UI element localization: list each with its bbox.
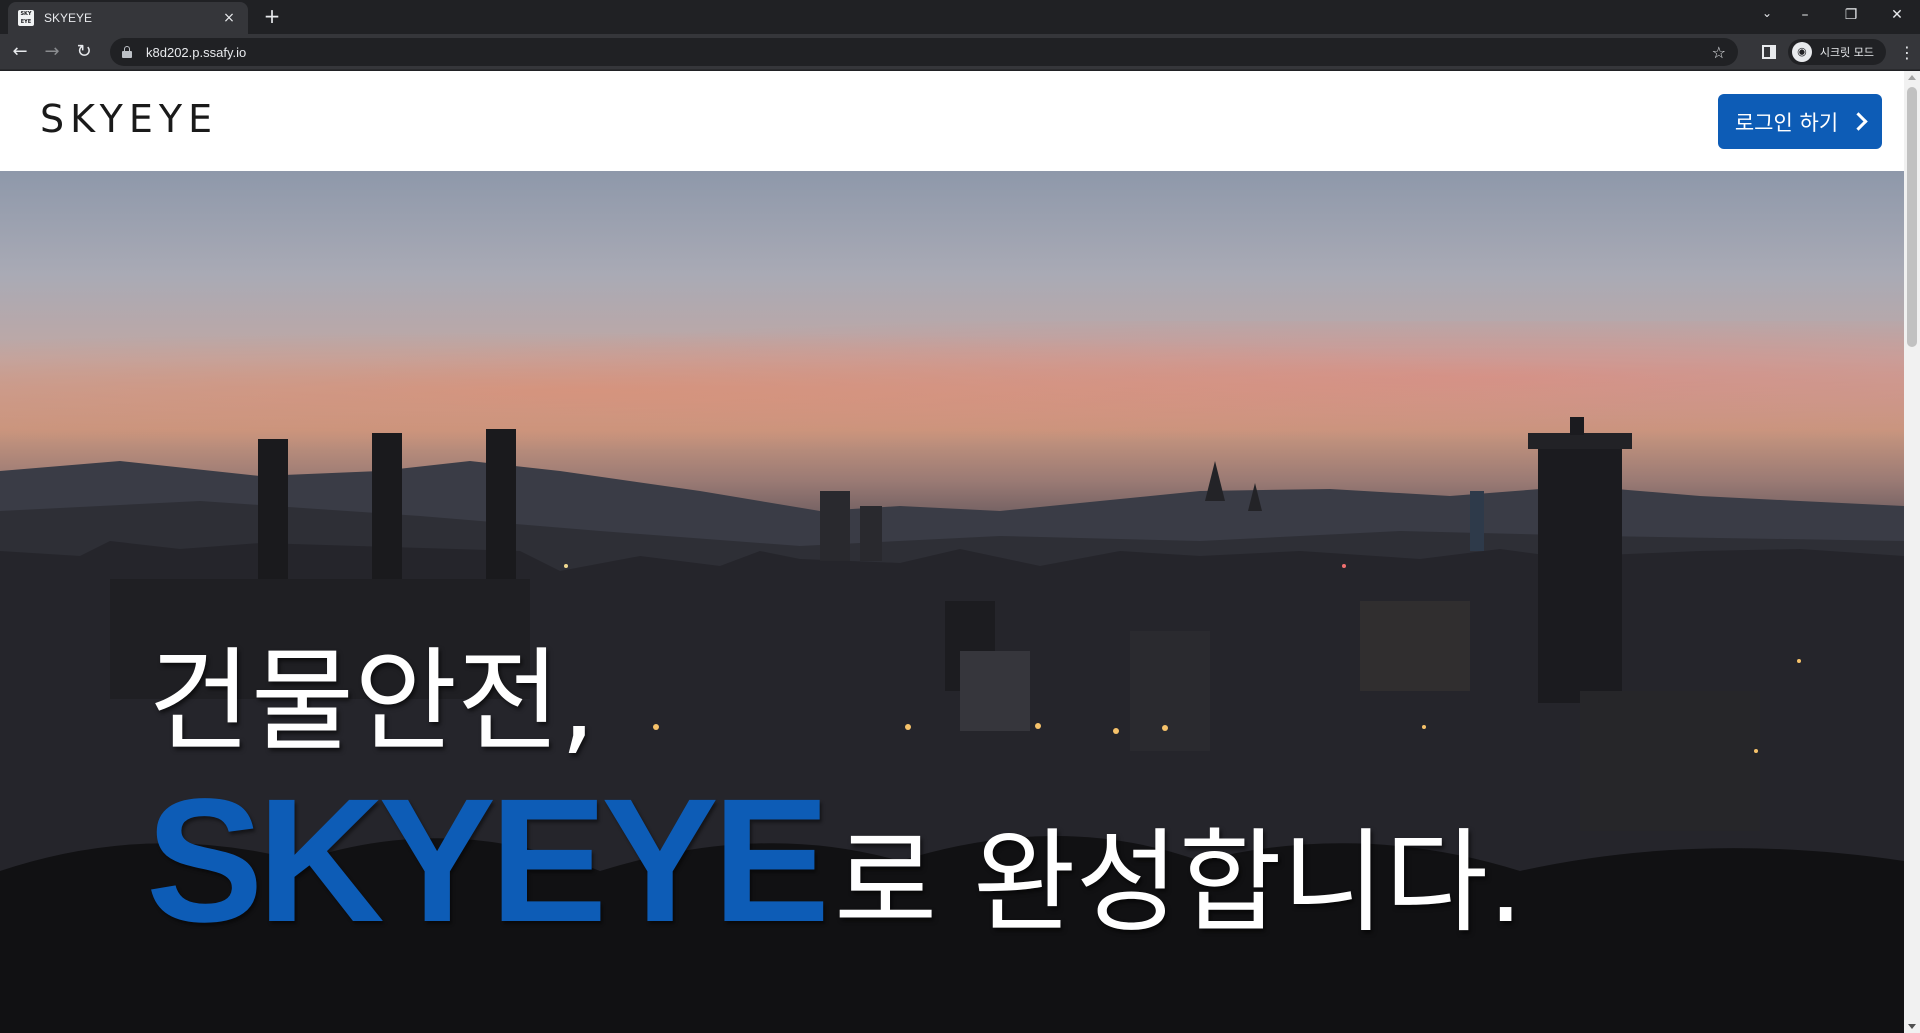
login-button-label: 로그인 하기 bbox=[1734, 110, 1839, 135]
side-panel-icon[interactable] bbox=[1761, 45, 1776, 59]
window-controls: – ❐ ✕ bbox=[1782, 0, 1920, 30]
close-window-button[interactable]: ✕ bbox=[1874, 7, 1920, 23]
scrollbar-thumb[interactable] bbox=[1907, 87, 1917, 347]
back-arrow-icon[interactable]: ← bbox=[8, 40, 32, 64]
reload-icon[interactable]: ↻ bbox=[72, 40, 96, 64]
forward-arrow-icon[interactable]: → bbox=[40, 40, 64, 64]
tab-title: SKYEYE bbox=[44, 11, 93, 25]
browser-menu-icon[interactable]: ⋮ bbox=[1894, 43, 1920, 62]
restore-button[interactable]: ❐ bbox=[1828, 7, 1874, 23]
scroll-down-arrow-icon[interactable] bbox=[1908, 1024, 1916, 1029]
browser-tabstrip: SKY EYE SKYEYE × + ⌄ – ❐ ✕ bbox=[0, 0, 1920, 34]
lock-icon[interactable] bbox=[122, 46, 132, 58]
address-bar[interactable]: k8d202.p.ssafy.io ☆ bbox=[110, 38, 1738, 66]
bookmark-star-icon[interactable]: ☆ bbox=[1712, 43, 1726, 62]
site-header: SKYEYE 로그인 하기 bbox=[0, 71, 1904, 171]
tab-close-icon[interactable]: × bbox=[220, 10, 238, 26]
incognito-icon: ◉ bbox=[1791, 42, 1812, 62]
hero-brand-name: SKYEYE bbox=[146, 763, 830, 959]
address-url[interactable]: k8d202.p.ssafy.io bbox=[146, 45, 1712, 60]
hero-headline-line2: SKYEYE 로 완성합니다. bbox=[146, 773, 1524, 949]
toolbar-right: ◉ 시크릿 모드 ⋮ bbox=[1761, 38, 1920, 66]
browser-toolbar: ← → ↻ k8d202.p.ssafy.io ☆ ◉ 시크릿 모드 ⋮ bbox=[0, 34, 1920, 70]
incognito-label: 시크릿 모드 bbox=[1819, 46, 1874, 59]
tab-search-chevron-icon[interactable]: ⌄ bbox=[1762, 6, 1772, 20]
scroll-up-arrow-icon[interactable] bbox=[1908, 75, 1916, 80]
site-favicon-icon: SKY EYE bbox=[18, 10, 34, 26]
chevron-right-icon bbox=[1849, 112, 1868, 131]
incognito-badge[interactable]: ◉ 시크릿 모드 bbox=[1787, 39, 1886, 65]
new-tab-button[interactable]: + bbox=[260, 5, 284, 29]
page-viewport: SKYEYE 로그인 하기 건물안전, SKYEYE 로 완성합니다. bbox=[0, 71, 1920, 1033]
browser-tab[interactable]: SKY EYE SKYEYE × bbox=[8, 2, 248, 34]
minimize-button[interactable]: – bbox=[1782, 7, 1828, 23]
hero-headline-suffix: 로 완성합니다. bbox=[834, 818, 1524, 948]
page-scrollbar[interactable] bbox=[1904, 71, 1920, 1033]
site-logo[interactable]: SKYEYE bbox=[40, 97, 218, 141]
login-button[interactable]: 로그인 하기 bbox=[1718, 94, 1882, 149]
hero-section: 건물안전, SKYEYE 로 완성합니다. bbox=[0, 171, 1904, 1033]
hero-headline-line1: 건물안전, bbox=[148, 637, 596, 767]
